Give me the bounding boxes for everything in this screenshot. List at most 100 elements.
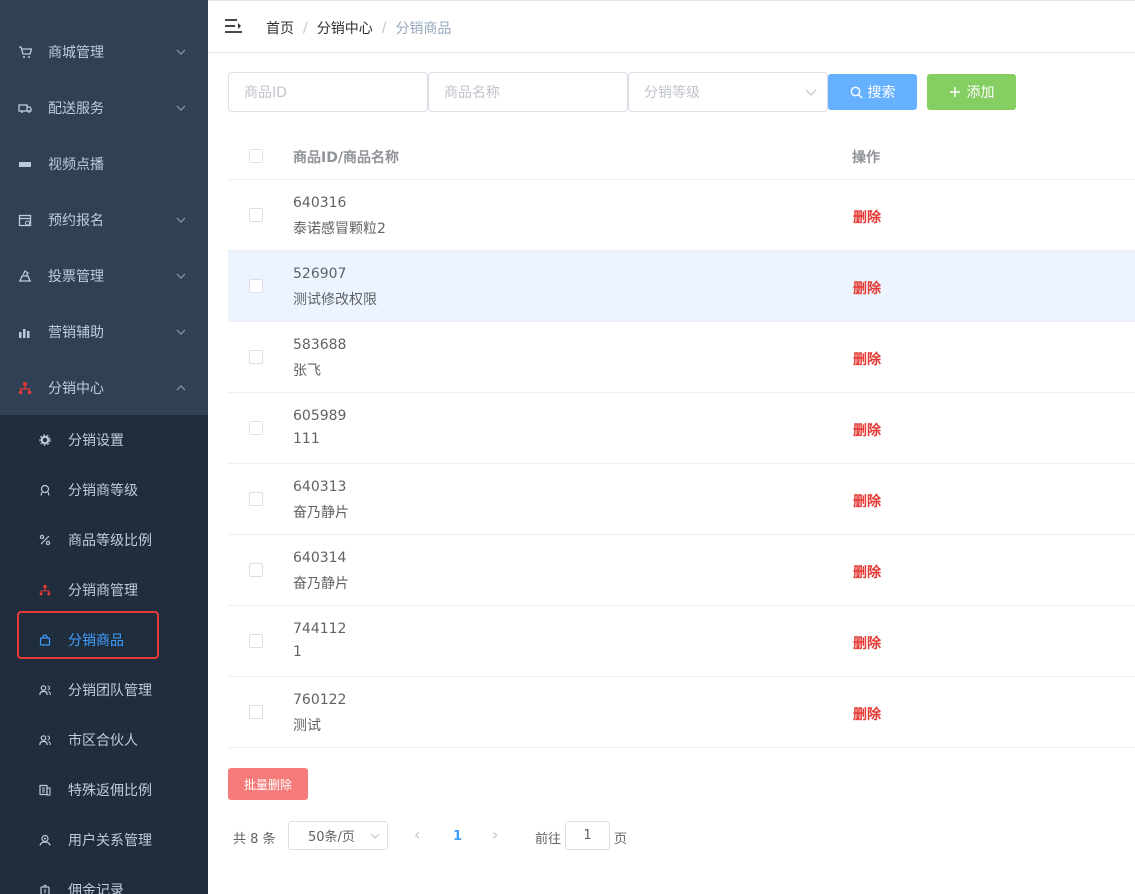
sidebar-item-video[interactable]: 视频点播 <box>0 136 208 192</box>
row-checkbox[interactable] <box>249 705 263 719</box>
submenu-item-partners[interactable]: 市区合伙人 <box>0 715 208 765</box>
submenu-item-teams[interactable]: 分销团队管理 <box>0 665 208 715</box>
batch-delete-button[interactable]: 批量删除 <box>228 768 308 800</box>
vote-icon <box>18 269 32 283</box>
row-checkbox[interactable] <box>249 350 263 364</box>
product-name: 测试修改权限 <box>293 292 377 308</box>
chevron-up-icon <box>176 385 186 391</box>
row-checkbox[interactable] <box>249 208 263 222</box>
sidebar-item-delivery[interactable]: 配送服务 <box>0 80 208 136</box>
submenu-item-levels[interactable]: 分销商等级 <box>0 465 208 515</box>
bag-icon <box>38 633 52 647</box>
sidebar-item-vote[interactable]: 投票管理 <box>0 248 208 304</box>
table-row[interactable]: 640316 泰诺感冒颗粒2 删除 <box>228 180 1135 251</box>
chevron-down-icon <box>176 329 186 335</box>
product-id: 640314 <box>293 550 347 566</box>
submenu-item-label: 商品等级比例 <box>68 533 152 549</box>
breadcrumb-distribution[interactable]: 分销中心 <box>317 18 373 38</box>
coins-icon <box>38 783 52 797</box>
table-row[interactable]: 605989 111 删除 <box>228 393 1135 464</box>
product-id: 526907 <box>293 266 347 282</box>
sidebar-item-distribution[interactable]: 分销中心 <box>0 360 208 416</box>
product-name: 奋乃静片 <box>293 576 349 592</box>
search-button[interactable]: 搜索 <box>828 74 917 110</box>
delete-link[interactable]: 删除 <box>853 704 881 724</box>
next-page-button[interactable]: › <box>492 825 498 844</box>
submenu-item-special-commission[interactable]: 特殊返佣比例 <box>0 765 208 815</box>
team-icon <box>38 683 52 697</box>
delete-link[interactable]: 删除 <box>853 420 881 440</box>
network-icon <box>38 583 52 597</box>
product-id: 744112 <box>293 621 347 637</box>
prev-page-button[interactable]: ‹ <box>414 825 420 844</box>
product-name: 奋乃静片 <box>293 505 349 521</box>
search-icon <box>850 86 862 98</box>
product-name: 泰诺感冒颗粒2 <box>293 221 386 237</box>
delete-link[interactable]: 删除 <box>853 349 881 369</box>
team-icon <box>38 733 52 747</box>
product-id-input[interactable]: 商品ID <box>228 72 428 112</box>
chevron-down-icon <box>176 49 186 55</box>
table-row[interactable]: 526907 测试修改权限 删除 <box>228 251 1135 322</box>
page-number-current[interactable]: 1 <box>453 829 462 844</box>
submenu-item-distributors[interactable]: 分销商管理 <box>0 565 208 615</box>
submenu-item-products[interactable]: 分销商品 <box>0 615 208 665</box>
sidebar-item-label: 预约报名 <box>48 213 104 229</box>
sidebar-item-label: 分销中心 <box>48 381 104 397</box>
add-button-label: 添加 <box>966 85 995 101</box>
submenu-item-label: 分销设置 <box>68 433 124 449</box>
breadcrumb: 首页 / 分销中心 / 分销商品 <box>266 18 451 38</box>
sidebar-item-mall[interactable]: 商城管理 <box>0 24 208 80</box>
breadcrumb-home[interactable]: 首页 <box>266 18 294 38</box>
delete-link[interactable]: 删除 <box>853 633 881 653</box>
goto-page-input[interactable]: 1 <box>565 821 610 850</box>
table-row[interactable]: 583688 张飞 删除 <box>228 322 1135 393</box>
delete-link[interactable]: 删除 <box>853 562 881 582</box>
product-id-placeholder: 商品ID <box>244 85 287 101</box>
submenu-item-label: 分销商管理 <box>68 583 138 599</box>
row-checkbox[interactable] <box>249 634 263 648</box>
plus-icon <box>949 87 960 97</box>
submenu-item-ratio[interactable]: 商品等级比例 <box>0 515 208 565</box>
delete-link[interactable]: 删除 <box>853 491 881 511</box>
sidebar-item-booking[interactable]: 预约报名 <box>0 192 208 248</box>
submenu-item-settings[interactable]: 分销设置 <box>0 415 208 465</box>
sidebar-item-label: 投票管理 <box>48 269 104 285</box>
row-checkbox[interactable] <box>249 421 263 435</box>
medal-icon <box>38 483 52 497</box>
distribution-level-select[interactable]: 分销等级 <box>628 72 828 112</box>
goto-page-value: 1 <box>583 828 592 843</box>
table-row[interactable]: 640313 奋乃静片 删除 <box>228 464 1135 535</box>
page-size-select[interactable]: 50条/页 <box>288 821 388 850</box>
add-button[interactable]: 添加 <box>927 74 1016 110</box>
menu-fold-icon[interactable] <box>225 18 242 34</box>
delete-link[interactable]: 删除 <box>853 278 881 298</box>
sidebar-item-marketing[interactable]: 营销辅助 <box>0 304 208 360</box>
column-header-actions: 操作 <box>852 150 880 166</box>
page-unit-label: 页 <box>614 832 628 847</box>
row-checkbox[interactable] <box>249 563 263 577</box>
table-row[interactable]: 760122 测试 删除 <box>228 677 1135 748</box>
select-all-checkbox[interactable] <box>249 149 263 163</box>
row-checkbox[interactable] <box>249 279 263 293</box>
submenu-item-label: 市区合伙人 <box>68 733 138 749</box>
product-name-input[interactable]: 商品名称 <box>428 72 628 112</box>
submenu-item-label: 分销团队管理 <box>68 683 152 699</box>
page-size-value: 50条/页 <box>308 830 355 845</box>
submenu-item-user-relations[interactable]: 用户关系管理 <box>0 815 208 865</box>
submenu-item-commission-records[interactable]: 佣金记录 <box>0 865 208 894</box>
product-name: 张飞 <box>293 363 321 379</box>
table-row[interactable]: 744112 1 删除 <box>228 606 1135 677</box>
money-icon <box>38 883 52 894</box>
delete-link[interactable]: 删除 <box>853 207 881 227</box>
chevron-down-icon <box>176 105 186 111</box>
gear-icon <box>38 433 52 447</box>
chevron-down-icon <box>805 89 817 96</box>
batch-delete-label: 批量删除 <box>243 777 292 792</box>
chevron-down-icon <box>176 217 186 223</box>
sidebar: 商城管理 配送服务 视频点播 预约报名 投票管理 营销辅助 分销中心 分销设置 … <box>0 0 208 894</box>
product-id: 583688 <box>293 337 347 353</box>
table-row[interactable]: 640314 奋乃静片 删除 <box>228 535 1135 606</box>
row-checkbox[interactable] <box>249 492 263 506</box>
submenu-item-label: 分销商等级 <box>68 483 138 499</box>
